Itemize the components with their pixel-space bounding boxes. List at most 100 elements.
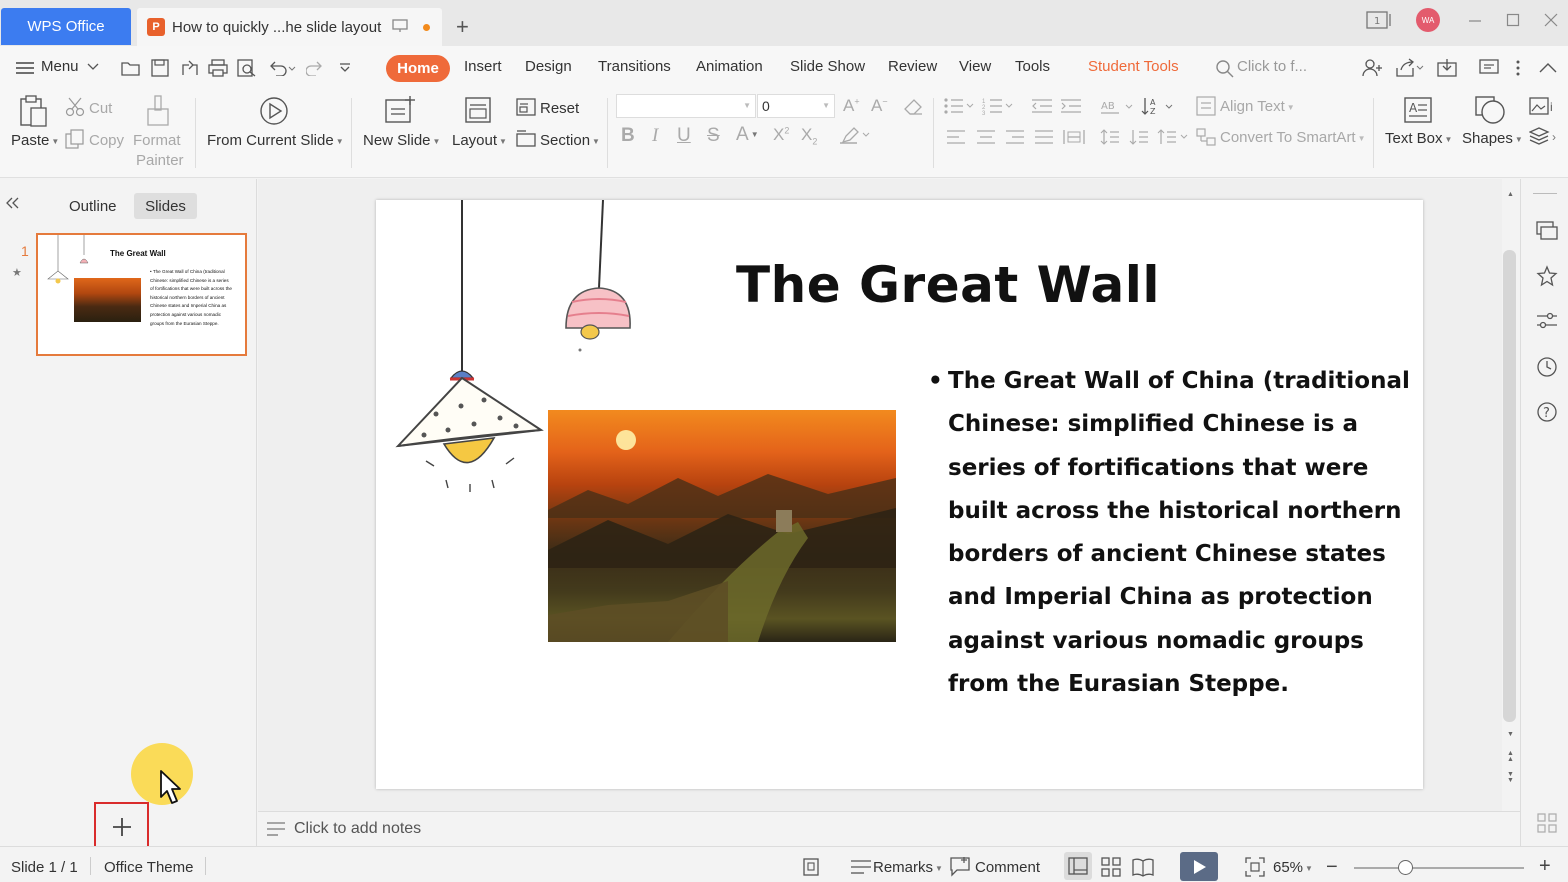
zoom-in-icon[interactable]: + bbox=[1539, 855, 1551, 878]
tab-insert[interactable]: Insert bbox=[464, 58, 502, 75]
grid-view-icon[interactable] bbox=[1537, 813, 1557, 833]
redo-icon[interactable] bbox=[306, 60, 324, 76]
text-direction-icon[interactable]: AB bbox=[1100, 98, 1134, 116]
sort-icon[interactable]: AZ bbox=[1140, 96, 1174, 116]
add-slide-button[interactable] bbox=[94, 802, 149, 852]
collapse-ribbon-icon[interactable] bbox=[1539, 62, 1557, 74]
strikethrough-icon[interactable]: S bbox=[707, 125, 720, 147]
increase-font-icon[interactable]: A+ bbox=[843, 96, 860, 116]
document-tab[interactable]: P How to quickly ...he slide layout bbox=[137, 8, 442, 46]
help-icon[interactable]: ? bbox=[1536, 401, 1558, 423]
font-color-icon[interactable]: A ▼ bbox=[736, 124, 759, 146]
comment-button[interactable]: Comment bbox=[975, 859, 1040, 876]
justify-icon[interactable] bbox=[1034, 129, 1054, 145]
bold-icon[interactable]: B bbox=[621, 125, 635, 147]
new-slide-button[interactable]: New Slide ▼ bbox=[363, 132, 440, 149]
new-tab-button[interactable]: + bbox=[456, 14, 469, 40]
tab-review[interactable]: Review bbox=[888, 58, 937, 75]
share-users-icon[interactable] bbox=[1362, 58, 1382, 78]
section-icon[interactable] bbox=[516, 129, 536, 147]
copy-button[interactable]: Copy bbox=[89, 132, 124, 149]
export-icon[interactable] bbox=[180, 59, 200, 77]
zoom-level[interactable]: 65% ▼ bbox=[1273, 859, 1313, 876]
font-name-select[interactable]: ▼ bbox=[616, 94, 756, 118]
tab-slide-show[interactable]: Slide Show bbox=[790, 58, 865, 75]
menu-button[interactable]: Menu bbox=[41, 58, 79, 75]
theme-name[interactable]: Office Theme bbox=[104, 859, 194, 876]
share-icon[interactable] bbox=[1395, 58, 1425, 78]
from-current-slide-button[interactable]: From Current Slide ▼ bbox=[207, 132, 344, 149]
layout-button[interactable]: Layout ▼ bbox=[452, 132, 507, 149]
history-icon[interactable] bbox=[1536, 356, 1558, 378]
zoom-slider[interactable] bbox=[1354, 867, 1524, 869]
maximize-icon[interactable] bbox=[1506, 13, 1520, 27]
align-right-icon[interactable] bbox=[1005, 129, 1025, 145]
previous-slide-icon[interactable]: ▲ ▲ bbox=[1507, 750, 1514, 763]
ribbon-scroll-right-icon[interactable]: › bbox=[1552, 130, 1556, 144]
notes-pane[interactable]: Click to add notes bbox=[258, 811, 1520, 846]
remarks-icon[interactable] bbox=[850, 859, 872, 875]
comment-icon[interactable] bbox=[950, 857, 972, 877]
slide-thumbnail[interactable]: The Great Wall • The Great Wall of China… bbox=[36, 233, 247, 356]
layers-icon[interactable] bbox=[1529, 127, 1553, 147]
highlight-icon[interactable] bbox=[839, 126, 873, 144]
more-options-icon[interactable] bbox=[1515, 59, 1521, 77]
tab-transitions[interactable]: Transitions bbox=[598, 58, 671, 75]
clear-format-icon[interactable] bbox=[903, 98, 923, 116]
line-spacing-icon[interactable] bbox=[1100, 128, 1120, 146]
notes-placeholder[interactable]: Click to add notes bbox=[294, 820, 421, 838]
decrease-font-icon[interactable]: A− bbox=[871, 96, 888, 116]
play-slideshow-button[interactable] bbox=[1180, 852, 1218, 881]
shapes-button[interactable]: Shapes ▼ bbox=[1462, 130, 1523, 147]
tab-animation[interactable]: Animation bbox=[696, 58, 763, 75]
slide-transition-icon[interactable] bbox=[1536, 221, 1558, 241]
section-button[interactable]: Section ▼ bbox=[540, 132, 600, 149]
zoom-slider-handle[interactable] bbox=[1398, 860, 1413, 875]
layout-icon[interactable] bbox=[464, 96, 492, 124]
reading-view-icon[interactable] bbox=[1132, 857, 1154, 877]
smartart-icon[interactable] bbox=[1196, 128, 1216, 146]
zoom-out-icon[interactable]: − bbox=[1326, 856, 1338, 879]
convert-to-smartart-button[interactable]: Convert To SmartArt ▼ bbox=[1220, 129, 1366, 146]
paste-icon[interactable] bbox=[18, 94, 48, 128]
align-text-button[interactable]: Align Text ▼ bbox=[1220, 98, 1295, 115]
customize-toolbar-icon[interactable] bbox=[339, 62, 351, 74]
tab-design[interactable]: Design bbox=[525, 58, 572, 75]
format-painter-icon[interactable] bbox=[146, 95, 170, 127]
print-preview-icon[interactable] bbox=[237, 59, 257, 77]
play-circle-icon[interactable] bbox=[259, 96, 289, 126]
distribute-icon[interactable] bbox=[1063, 128, 1085, 146]
cut-icon[interactable] bbox=[65, 97, 85, 117]
tab-student-tools[interactable]: Student Tools bbox=[1088, 58, 1179, 75]
text-box-icon[interactable]: A bbox=[1403, 96, 1433, 124]
font-size-select[interactable]: 0 ▼ bbox=[757, 94, 835, 118]
search-input[interactable]: Click to f... bbox=[1237, 58, 1307, 75]
tab-outline[interactable]: Outline bbox=[69, 198, 117, 215]
shapes-icon[interactable] bbox=[1474, 95, 1506, 125]
superscript-icon[interactable]: X2 bbox=[773, 125, 789, 145]
align-center-icon[interactable] bbox=[976, 129, 996, 145]
slide-body[interactable]: • The Great Wall of China (traditional C… bbox=[928, 360, 1410, 706]
scroll-down-icon[interactable]: ▼ bbox=[1507, 731, 1514, 738]
scroll-up-icon[interactable]: ▲ bbox=[1507, 191, 1514, 198]
picture-icon[interactable]: i bbox=[1529, 97, 1555, 117]
search-icon[interactable] bbox=[1216, 60, 1234, 78]
save-icon[interactable] bbox=[151, 59, 169, 77]
minimize-icon[interactable] bbox=[1468, 13, 1482, 27]
format-painter-button[interactable]: Format bbox=[133, 132, 181, 149]
open-folder-icon[interactable] bbox=[121, 59, 141, 77]
increase-indent-icon[interactable] bbox=[1060, 98, 1082, 114]
print-icon[interactable] bbox=[208, 59, 228, 77]
slide-title[interactable]: The Great Wall bbox=[736, 256, 1160, 314]
cloud-sync-icon[interactable] bbox=[1437, 58, 1459, 78]
slide-sorter-icon[interactable] bbox=[1101, 857, 1121, 877]
undo-icon[interactable] bbox=[268, 60, 296, 76]
hamburger-icon[interactable] bbox=[16, 61, 34, 75]
slide[interactable]: The Great Wall • The Great Wall of China… bbox=[376, 200, 1423, 789]
chevron-down-icon[interactable] bbox=[87, 63, 99, 71]
cut-button[interactable]: Cut bbox=[89, 100, 112, 117]
decrease-indent-icon[interactable] bbox=[1031, 98, 1053, 114]
text-box-button[interactable]: Text Box ▼ bbox=[1385, 130, 1452, 147]
tab-tools[interactable]: Tools bbox=[1015, 58, 1050, 75]
scrollbar-thumb[interactable] bbox=[1503, 250, 1516, 722]
